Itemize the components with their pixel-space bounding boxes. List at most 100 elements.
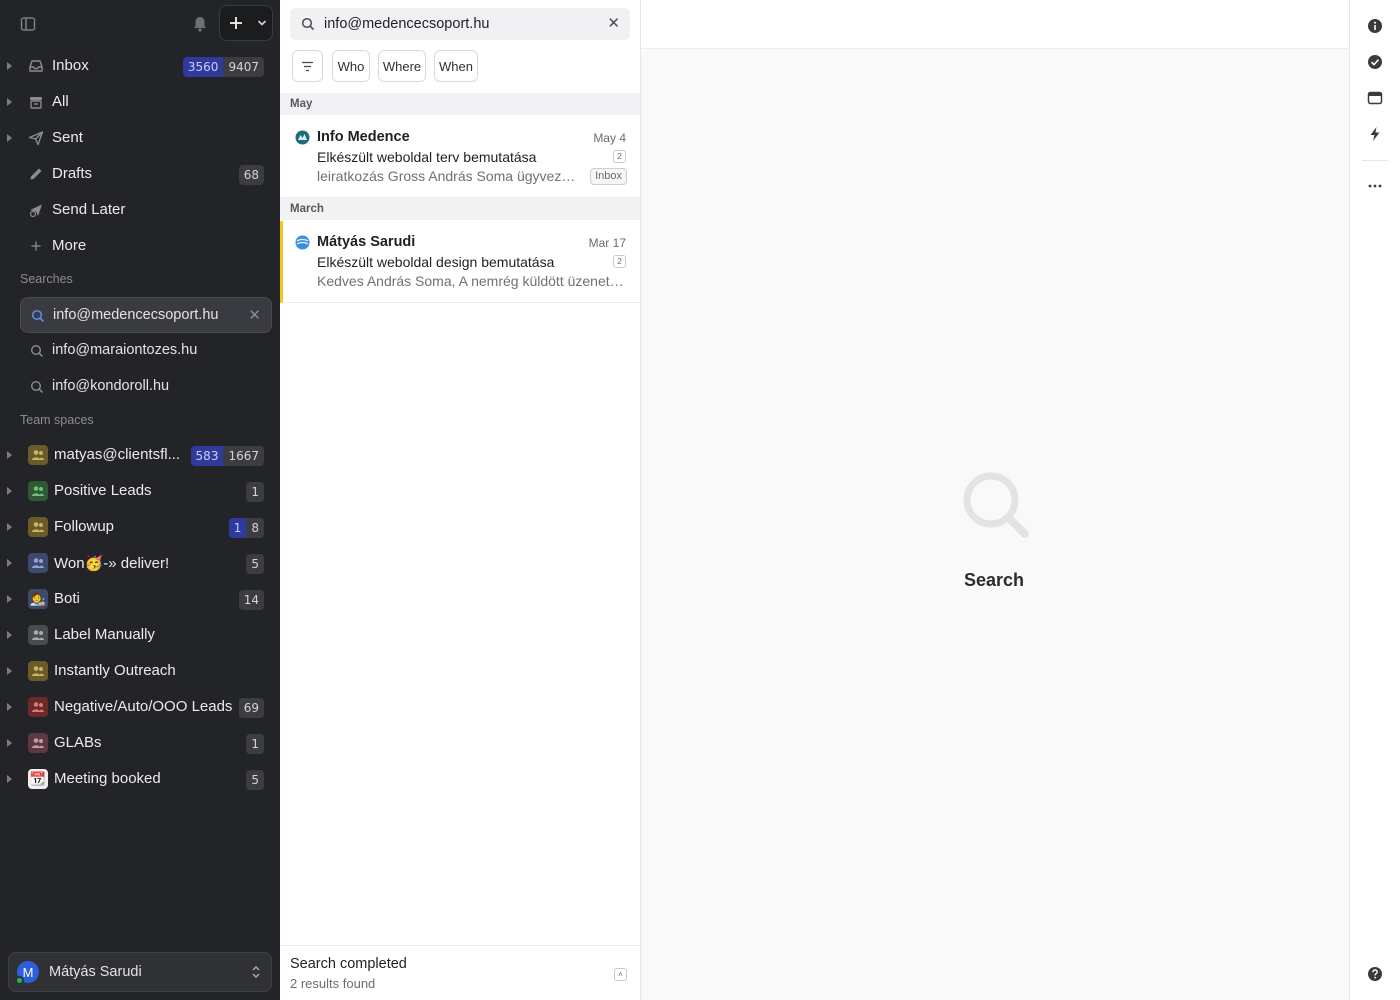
chevron-down-icon	[257, 20, 267, 26]
expand-arrow-icon[interactable]	[7, 595, 12, 603]
chevron-up-down-icon	[252, 965, 260, 979]
filter-lines-icon	[302, 61, 313, 71]
team-space-item[interactable]: Positive Leads 1	[0, 473, 280, 509]
team-group-icon	[28, 517, 48, 537]
filter-when-button[interactable]: When	[434, 50, 478, 82]
message-row[interactable]: Mátyás Sarudi Mar 17 Elkészült weboldal …	[280, 221, 640, 303]
sidebar-item-more[interactable]: More	[0, 228, 280, 264]
info-icon[interactable]	[1367, 18, 1383, 34]
compose-button[interactable]	[220, 6, 252, 40]
team-space-label: Instantly Outreach	[54, 662, 176, 679]
sidebar-toggle-icon[interactable]	[20, 16, 36, 32]
filter-options-button[interactable]	[292, 50, 323, 82]
team-space-label: Won🥳-» deliver!	[54, 555, 170, 572]
team-space-item[interactable]: GLABs 1	[0, 725, 280, 761]
expand-arrow-icon[interactable]	[7, 487, 12, 495]
team-space-label: matyas@clientsfl...	[54, 446, 181, 463]
search-icon	[31, 309, 45, 323]
message-sender: Info Medence	[317, 129, 410, 145]
expand-arrow-icon[interactable]	[7, 523, 12, 531]
pencil-icon	[30, 168, 42, 180]
search-input[interactable]: info@medencecsoport.hu	[324, 16, 489, 32]
team-space-item[interactable]: Negative/Auto/OOO Leads 69	[0, 689, 280, 725]
team-space-item[interactable]: 📆 Meeting booked 5	[0, 761, 280, 797]
more-horizontal-icon[interactable]	[1367, 178, 1383, 194]
sidebar-item-drafts[interactable]: Drafts 68	[0, 156, 280, 192]
inbox-icon	[29, 60, 43, 72]
expand-arrow-icon[interactable]	[7, 631, 12, 639]
searches-section-title: Searches	[20, 272, 73, 286]
team-space-label: Meeting booked	[54, 770, 161, 787]
expand-arrow-icon[interactable]	[7, 98, 12, 106]
expand-arrow-icon[interactable]	[7, 739, 12, 747]
calendar-window-icon[interactable]	[1367, 90, 1383, 106]
total-count: 9407	[223, 57, 264, 77]
unread-count: 1	[228, 518, 247, 538]
message-list-pane: info@medencecsoport.hu ✕ Who Where When …	[280, 0, 641, 1000]
unread-count: 583	[190, 446, 224, 466]
team-group-icon	[28, 481, 48, 501]
paper-plane-icon	[28, 131, 44, 146]
message-date: Mar 17	[588, 236, 626, 250]
team-group-icon	[28, 733, 48, 753]
expand-arrow-icon[interactable]	[7, 703, 12, 711]
sidebar-item-all[interactable]: All	[0, 84, 280, 120]
account-switcher[interactable]: M Mátyás Sarudi	[8, 952, 272, 992]
sender-avatar-icon	[295, 235, 310, 250]
expand-arrow-icon[interactable]	[7, 62, 12, 70]
right-toolbar	[1349, 0, 1400, 1000]
team-space-item[interactable]: Instantly Outreach	[0, 653, 280, 689]
thread-count: 2	[613, 150, 626, 163]
expand-arrow-icon[interactable]	[7, 775, 12, 783]
sidebar-item-inbox[interactable]: Inbox 3560 9407	[0, 48, 280, 84]
team-count-badge: 14	[238, 590, 264, 610]
search-bar[interactable]: info@medencecsoport.hu ✕	[290, 8, 630, 40]
team-space-item[interactable]: 🧑‍🎨 Boti 14	[0, 581, 280, 617]
team-space-item[interactable]: Label Manually	[0, 617, 280, 653]
message-sender: Mátyás Sarudi	[317, 234, 416, 250]
total-count: 5	[246, 770, 264, 790]
sidebar-item-label: More	[52, 237, 87, 254]
collapse-chevron-icon[interactable]: ˄	[614, 968, 627, 981]
team-space-item[interactable]: Won🥳-» deliver! 5	[0, 545, 280, 581]
expand-arrow-icon[interactable]	[7, 134, 12, 142]
sidebar-item-send-later[interactable]: Send Later	[0, 192, 280, 228]
sender-avatar-icon	[295, 130, 310, 145]
close-icon[interactable]: ✕	[607, 14, 620, 32]
team-space-item[interactable]: Followup 1 8	[0, 509, 280, 545]
total-count: 5	[246, 554, 264, 574]
search-status-bar: Search completed 2 results found ˄	[280, 945, 640, 1000]
team-count-badge: 1	[246, 482, 264, 502]
expand-arrow-icon[interactable]	[7, 559, 12, 567]
plus-icon	[230, 17, 242, 29]
close-icon[interactable]: ✕	[248, 306, 261, 324]
message-row[interactable]: Info Medence May 4 Elkészült weboldal te…	[280, 116, 640, 198]
saved-search-label: info@medencecsoport.hu	[53, 307, 219, 323]
message-subject: Elkészült weboldal design bemutatása	[317, 254, 555, 270]
thread-count: 2	[613, 255, 626, 268]
expand-arrow-icon[interactable]	[7, 451, 12, 459]
message-subject: Elkészült weboldal terv bemutatása	[317, 149, 537, 165]
help-icon[interactable]	[1367, 966, 1383, 982]
message-preview: leiratkozás Gross András Soma ügyvezető	[317, 168, 579, 184]
lightning-icon[interactable]	[1367, 126, 1383, 142]
filter-where-button[interactable]: Where	[378, 50, 426, 82]
search-icon	[30, 344, 44, 358]
team-space-item[interactable]: matyas@clientsfl... 583 1667	[0, 437, 280, 473]
compose-menu-button[interactable]	[252, 6, 272, 40]
saved-search-item[interactable]: info@kondoroll.hu	[20, 369, 272, 405]
sidebar-item-sent[interactable]: Sent	[0, 120, 280, 156]
plus-icon	[31, 241, 41, 251]
search-icon	[301, 17, 315, 31]
saved-search-item[interactable]: info@medencecsoport.hu ✕	[20, 297, 272, 333]
team-space-label: Boti	[54, 590, 80, 607]
total-count: 14	[238, 590, 264, 610]
expand-arrow-icon[interactable]	[7, 667, 12, 675]
account-name: Mátyás Sarudi	[49, 964, 142, 980]
filter-who-button[interactable]: Who	[332, 50, 370, 82]
clock-plane-icon	[29, 204, 42, 218]
saved-search-item[interactable]: info@maraiontozes.hu	[20, 333, 272, 369]
bell-icon[interactable]	[192, 15, 208, 33]
total-count: 68	[238, 165, 264, 185]
check-circle-icon[interactable]	[1367, 54, 1383, 70]
